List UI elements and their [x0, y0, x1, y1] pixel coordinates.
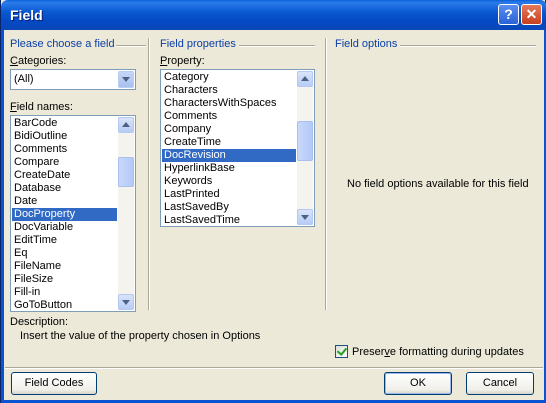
scroll-up-button[interactable] [118, 117, 134, 133]
property-scrollbar[interactable] [297, 71, 313, 225]
list-item[interactable]: Database [12, 182, 117, 195]
help-button[interactable]: ? [498, 4, 519, 25]
list-item[interactable]: Comments [162, 110, 296, 123]
close-button[interactable]: ✕ [521, 4, 542, 25]
field-codes-button[interactable]: Field Codes [11, 372, 97, 395]
field-dialog: Field ? ✕ Please choose a field Categori… [0, 0, 546, 403]
field-properties-heading: Field properties [160, 38, 236, 50]
field-options-heading: Field options [335, 38, 398, 50]
list-item[interactable]: DocRevision [162, 149, 296, 162]
cancel-button[interactable]: Cancel [466, 372, 534, 395]
field-options-divider [400, 45, 536, 47]
description-text: Insert the value of the property chosen … [20, 330, 261, 342]
scroll-down-button[interactable] [118, 294, 134, 310]
list-item[interactable]: DocProperty [12, 208, 117, 221]
arrow-up-icon [301, 76, 309, 81]
arrow-up-icon [122, 122, 130, 127]
footer-divider [5, 367, 543, 369]
list-item[interactable]: Company [162, 123, 296, 136]
list-item[interactable]: CreateDate [12, 169, 117, 182]
preserve-formatting-label[interactable]: Preserve formatting during updates [352, 346, 524, 358]
left-column-divider [148, 38, 150, 310]
property-label: Property: [160, 55, 205, 67]
arrow-down-icon [301, 215, 309, 220]
middle-column-divider [325, 38, 327, 310]
description-label: Description: [10, 316, 69, 328]
list-item[interactable]: Keywords [162, 175, 296, 188]
list-item[interactable]: LastPrinted [162, 188, 296, 201]
categories-label: Categories: [10, 55, 67, 67]
window-frame-left [1, 30, 4, 403]
list-item[interactable]: FileName [12, 260, 117, 273]
list-item[interactable]: LastSavedBy [162, 201, 296, 214]
no-options-message: No field options available for this fiel… [347, 178, 529, 190]
list-item[interactable]: CharactersWithSpaces [162, 97, 296, 110]
choose-field-divider [116, 45, 146, 47]
choose-field-heading: Please choose a field [10, 38, 115, 50]
list-item[interactable]: Characters [162, 84, 296, 97]
property-list[interactable]: Category Characters CharactersWithSpaces Co… [160, 69, 315, 227]
scroll-thumb[interactable] [118, 157, 134, 187]
scroll-down-button[interactable] [297, 209, 313, 225]
list-item[interactable]: Date [12, 195, 117, 208]
categories-value: (All) [14, 73, 34, 85]
title-bar[interactable]: Field ? ✕ [1, 0, 546, 30]
arrow-down-icon [122, 300, 130, 305]
field-names-label: Field names: [10, 101, 73, 113]
ok-button[interactable]: OK [384, 372, 452, 395]
scroll-up-button[interactable] [297, 71, 313, 87]
preserve-formatting-checkbox[interactable] [335, 345, 348, 358]
list-item[interactable]: Comments [12, 143, 117, 156]
list-item[interactable]: EditTime [12, 234, 117, 247]
list-item[interactable]: BidiOutline [12, 130, 117, 143]
list-item[interactable]: Compare [12, 156, 117, 169]
chevron-down-icon [122, 77, 130, 82]
list-item[interactable]: Eq [12, 247, 117, 260]
checkmark-icon [336, 345, 348, 356]
list-item[interactable]: BarCode [12, 117, 117, 130]
field-names-list[interactable]: BarCode BidiOutline Comments Compare CreateD… [10, 115, 136, 312]
scroll-thumb[interactable] [297, 121, 313, 161]
categories-dropdown-button[interactable] [118, 71, 134, 88]
list-item[interactable]: LastSavedTime [162, 214, 296, 226]
list-item[interactable]: FileSize [12, 273, 117, 286]
field-properties-divider [239, 45, 315, 47]
list-item[interactable]: HyperlinkBase [162, 162, 296, 175]
list-item[interactable]: GoToButton [12, 299, 117, 311]
field-names-scrollbar[interactable] [118, 117, 134, 310]
categories-combo[interactable]: (All) [10, 69, 136, 90]
window-title: Field [10, 7, 43, 23]
list-item[interactable]: DocVariable [12, 221, 117, 234]
list-item[interactable]: Category [162, 71, 296, 84]
list-item[interactable]: CreateTime [162, 136, 296, 149]
list-item[interactable]: Fill-in [12, 286, 117, 299]
